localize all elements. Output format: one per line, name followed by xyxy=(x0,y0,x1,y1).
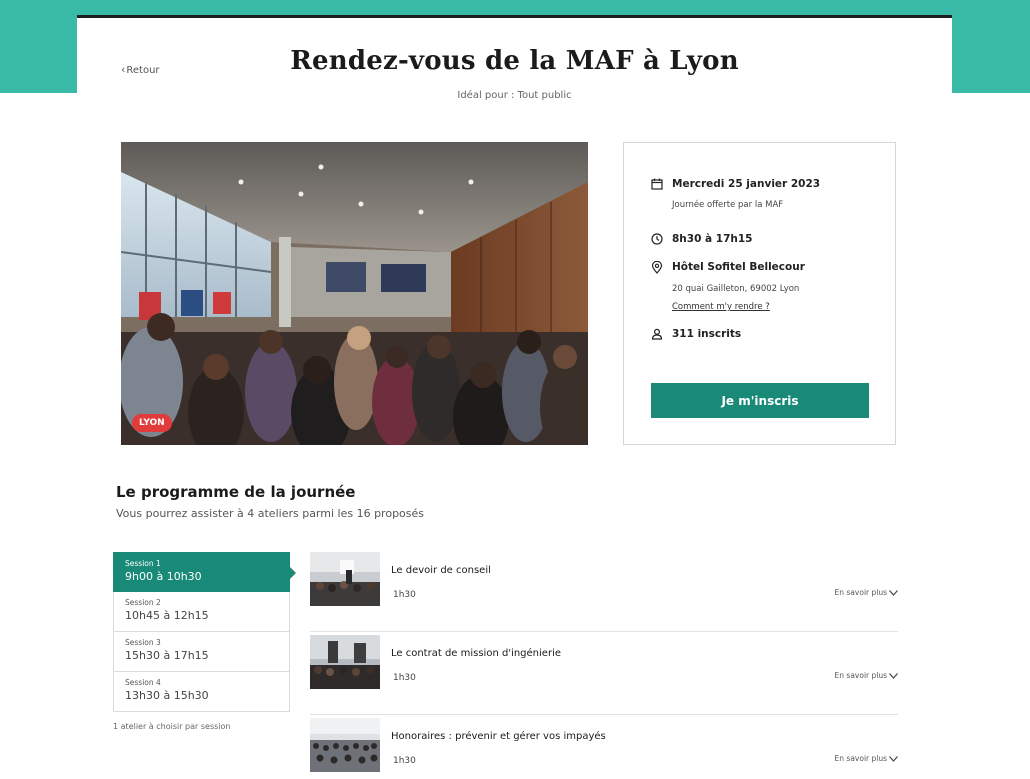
workshop-item: Le contrat de mission d'ingénierie 1h30 … xyxy=(310,635,898,715)
program-subtitle: Vous pourrez assister à 4 ateliers parmi… xyxy=(116,507,425,520)
date-note: Journée offerte par la MAF xyxy=(672,200,784,210)
learn-more-label: En savoir plus xyxy=(834,588,887,597)
session-tabs: Session 1 9h00 à 10h30 Session 2 10h45 à… xyxy=(113,552,296,712)
hours-row: 8h30 à 17h15 xyxy=(650,232,753,246)
event-photo: LYON xyxy=(121,142,588,445)
registered-count: 311 inscrits xyxy=(672,328,742,340)
workshop-title[interactable]: Le contrat de mission d'ingénierie xyxy=(391,648,561,659)
registered-row: 311 inscrits xyxy=(650,327,741,341)
learn-more-label: En savoir plus xyxy=(834,754,887,763)
learn-more-link[interactable]: En savoir plus xyxy=(835,671,898,680)
session-label: Session 1 xyxy=(125,559,161,568)
event-date: Mercredi 25 janvier 2023 xyxy=(672,178,821,190)
session-tab-4[interactable]: Session 4 13h30 à 15h30 xyxy=(113,672,290,712)
event-photo-illustration xyxy=(121,142,588,445)
chevron-down-icon xyxy=(889,589,898,596)
program-title: Le programme de la journée xyxy=(116,483,356,501)
session-label: Session 3 xyxy=(125,638,161,647)
workshop-duration: 1h30 xyxy=(393,756,416,766)
chevron-down-icon xyxy=(889,755,898,762)
user-icon xyxy=(650,327,664,341)
session-time: 13h30 à 15h30 xyxy=(125,689,209,702)
city-badge: LYON xyxy=(132,414,172,432)
chevron-down-icon xyxy=(889,672,898,679)
session-time: 9h00 à 10h30 xyxy=(125,570,202,583)
workshop-item: Honoraires : prévenir et gérer vos impay… xyxy=(310,718,898,779)
session-time: 10h45 à 12h15 xyxy=(125,609,209,622)
session-tab-2[interactable]: Session 2 10h45 à 12h15 xyxy=(113,592,290,632)
venue-address: 20 quai Gailleton, 69002 Lyon xyxy=(672,284,800,294)
workshop-item: Le devoir de conseil 1h30 En savoir plus xyxy=(310,552,898,632)
workshop-thumbnail xyxy=(310,552,380,606)
workshop-duration: 1h30 xyxy=(393,673,416,683)
workshop-title[interactable]: Le devoir de conseil xyxy=(391,565,491,576)
directions-link[interactable]: Comment m'y rendre ? xyxy=(672,302,770,312)
workshop-duration: 1h30 xyxy=(393,590,416,600)
register-button[interactable]: Je m'inscris xyxy=(651,383,869,418)
session-time: 15h30 à 17h15 xyxy=(125,649,209,662)
workshop-thumbnail xyxy=(310,635,380,689)
session-tab-1[interactable]: Session 1 9h00 à 10h30 xyxy=(113,552,296,592)
event-info-card: Mercredi 25 janvier 2023 Journée offerte… xyxy=(623,142,896,445)
audience-subtitle: Idéal pour : Tout public xyxy=(457,90,572,101)
session-label: Session 4 xyxy=(125,678,161,687)
date-row: Mercredi 25 janvier 2023 xyxy=(650,177,820,191)
workshop-title[interactable]: Honoraires : prévenir et gérer vos impay… xyxy=(391,731,606,742)
location-pin-icon xyxy=(650,260,664,274)
page-title: Rendez-vous de la MAF à Lyon xyxy=(290,46,739,76)
learn-more-label: En savoir plus xyxy=(834,671,887,680)
venue-row: Hôtel Sofitel Bellecour xyxy=(650,260,805,274)
workshop-thumbnail xyxy=(310,718,380,772)
venue-name: Hôtel Sofitel Bellecour xyxy=(672,261,805,273)
session-tab-3[interactable]: Session 3 15h30 à 17h15 xyxy=(113,632,290,672)
learn-more-link[interactable]: En savoir plus xyxy=(835,588,898,597)
event-hours: 8h30 à 17h15 xyxy=(672,233,753,245)
learn-more-link[interactable]: En savoir plus xyxy=(835,754,898,763)
clock-icon xyxy=(650,232,664,246)
sessions-note: 1 atelier à choisir par session xyxy=(113,722,231,731)
calendar-icon xyxy=(650,177,664,191)
session-label: Session 2 xyxy=(125,598,161,607)
page-container: ‹Retour Rendez-vous de la MAF à Lyon Idé… xyxy=(77,15,952,779)
